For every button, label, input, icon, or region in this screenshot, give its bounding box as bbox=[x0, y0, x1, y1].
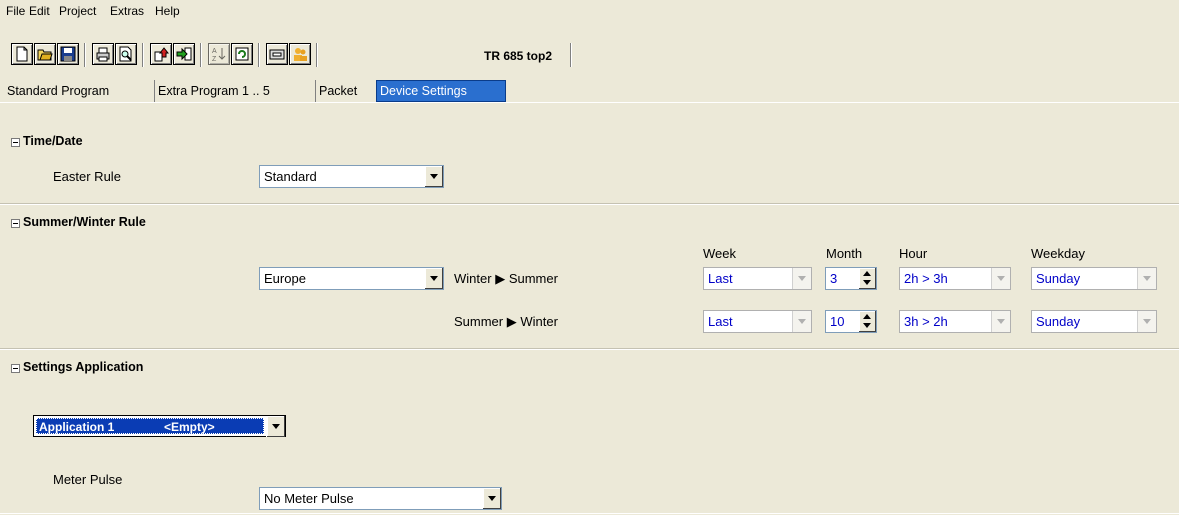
chevron-down-icon[interactable] bbox=[482, 488, 501, 509]
weekday-header: Weekday bbox=[1031, 246, 1085, 261]
print-icon[interactable] bbox=[92, 43, 114, 65]
chevron-down-icon[interactable] bbox=[1137, 311, 1156, 332]
bottom-border bbox=[0, 513, 1179, 514]
month-header: Month bbox=[826, 246, 863, 261]
stepper-arrows-icon[interactable] bbox=[859, 311, 876, 332]
tab-divider bbox=[0, 102, 1179, 103]
collapse-time-date-icon[interactable] bbox=[11, 138, 20, 147]
upload-icon[interactable] bbox=[150, 43, 172, 65]
section-divider bbox=[0, 348, 1179, 350]
easter-rule-select[interactable]: Standard bbox=[259, 165, 444, 188]
summer-to-winter-label: Summer ▶ Winter bbox=[454, 314, 558, 329]
toolbar-separator bbox=[200, 43, 202, 67]
week-select-winter-summer[interactable]: Last bbox=[703, 267, 812, 290]
device-icon[interactable] bbox=[266, 43, 288, 65]
refresh-icon[interactable] bbox=[231, 43, 253, 65]
device-title: TR 685 top2 bbox=[484, 49, 553, 63]
chevron-down-icon[interactable] bbox=[792, 311, 811, 332]
meter-pulse-label: Meter Pulse bbox=[53, 472, 123, 487]
collapse-settings-application-icon[interactable] bbox=[11, 364, 20, 373]
menu-help[interactable]: Help bbox=[155, 4, 180, 18]
open-folder-icon[interactable] bbox=[34, 43, 56, 65]
sort-icon[interactable]: AZ bbox=[208, 43, 230, 65]
arrow-right-icon: ▶ bbox=[495, 271, 506, 286]
application-select[interactable]: Application 1 <Empty> bbox=[33, 415, 286, 437]
menu-extras[interactable]: Extras bbox=[110, 4, 144, 18]
meter-pulse-select[interactable]: No Meter Pulse bbox=[259, 487, 502, 510]
chevron-down-icon[interactable] bbox=[266, 416, 285, 437]
section-divider bbox=[0, 203, 1179, 205]
tab-standard-program[interactable]: Standard Program bbox=[4, 80, 112, 102]
svg-text:A: A bbox=[212, 48, 217, 55]
month-stepper-summer-winter[interactable]: 10 bbox=[825, 310, 877, 333]
chevron-down-icon[interactable] bbox=[991, 268, 1010, 289]
hour-select-winter-summer[interactable]: 2h > 3h bbox=[899, 267, 1011, 290]
month-stepper-winter-summer[interactable]: 3 bbox=[825, 267, 877, 290]
weekday-select-summer-winter[interactable]: Sunday bbox=[1031, 310, 1157, 333]
hour-select-summer-winter[interactable]: 3h > 2h bbox=[899, 310, 1011, 333]
menu-edit[interactable]: Edit bbox=[29, 4, 50, 18]
section-time-date: Time/Date bbox=[23, 134, 83, 148]
chevron-down-icon[interactable] bbox=[792, 268, 811, 289]
tab-device-settings[interactable]: Device Settings bbox=[376, 80, 506, 102]
winter-to-summer-label: Winter ▶ Summer bbox=[454, 271, 558, 286]
chevron-down-icon[interactable] bbox=[424, 268, 443, 289]
menu-file[interactable]: File bbox=[6, 4, 25, 18]
week-select-summer-winter[interactable]: Last bbox=[703, 310, 812, 333]
weekday-select-winter-summer[interactable]: Sunday bbox=[1031, 267, 1157, 290]
toolbar-separator bbox=[316, 43, 318, 67]
print-preview-icon[interactable] bbox=[115, 43, 137, 65]
toolbar-separator bbox=[258, 43, 260, 67]
easter-rule-label: Easter Rule bbox=[53, 169, 121, 184]
section-settings-application: Settings Application bbox=[23, 360, 144, 374]
week-header: Week bbox=[703, 246, 736, 261]
dst-region-select[interactable]: Europe bbox=[259, 267, 444, 290]
chevron-down-icon[interactable] bbox=[991, 311, 1010, 332]
toolbar-separator bbox=[84, 43, 86, 67]
menu-bar: File Edit Project Extras Help bbox=[0, 0, 1179, 22]
application-selected-value: Application 1 <Empty> bbox=[36, 418, 264, 434]
menu-project[interactable]: Project bbox=[59, 4, 96, 18]
new-file-icon[interactable] bbox=[11, 43, 33, 65]
toolbar-separator bbox=[570, 43, 572, 67]
toolbar-separator bbox=[142, 43, 144, 67]
users-icon[interactable] bbox=[289, 43, 311, 65]
collapse-summer-winter-icon[interactable] bbox=[11, 219, 20, 228]
stepper-arrows-icon[interactable] bbox=[859, 268, 876, 289]
download-icon[interactable] bbox=[173, 43, 195, 65]
svg-text:Z: Z bbox=[212, 56, 217, 62]
hour-header: Hour bbox=[899, 246, 928, 261]
chevron-down-icon[interactable] bbox=[1137, 268, 1156, 289]
tab-extra-program[interactable]: Extra Program 1 .. 5 bbox=[154, 80, 273, 102]
tab-packet[interactable]: Packet bbox=[315, 80, 360, 102]
arrow-right-icon: ▶ bbox=[506, 314, 517, 329]
save-icon[interactable] bbox=[57, 43, 79, 65]
chevron-down-icon[interactable] bbox=[424, 166, 443, 187]
section-summer-winter: Summer/Winter Rule bbox=[23, 215, 146, 229]
